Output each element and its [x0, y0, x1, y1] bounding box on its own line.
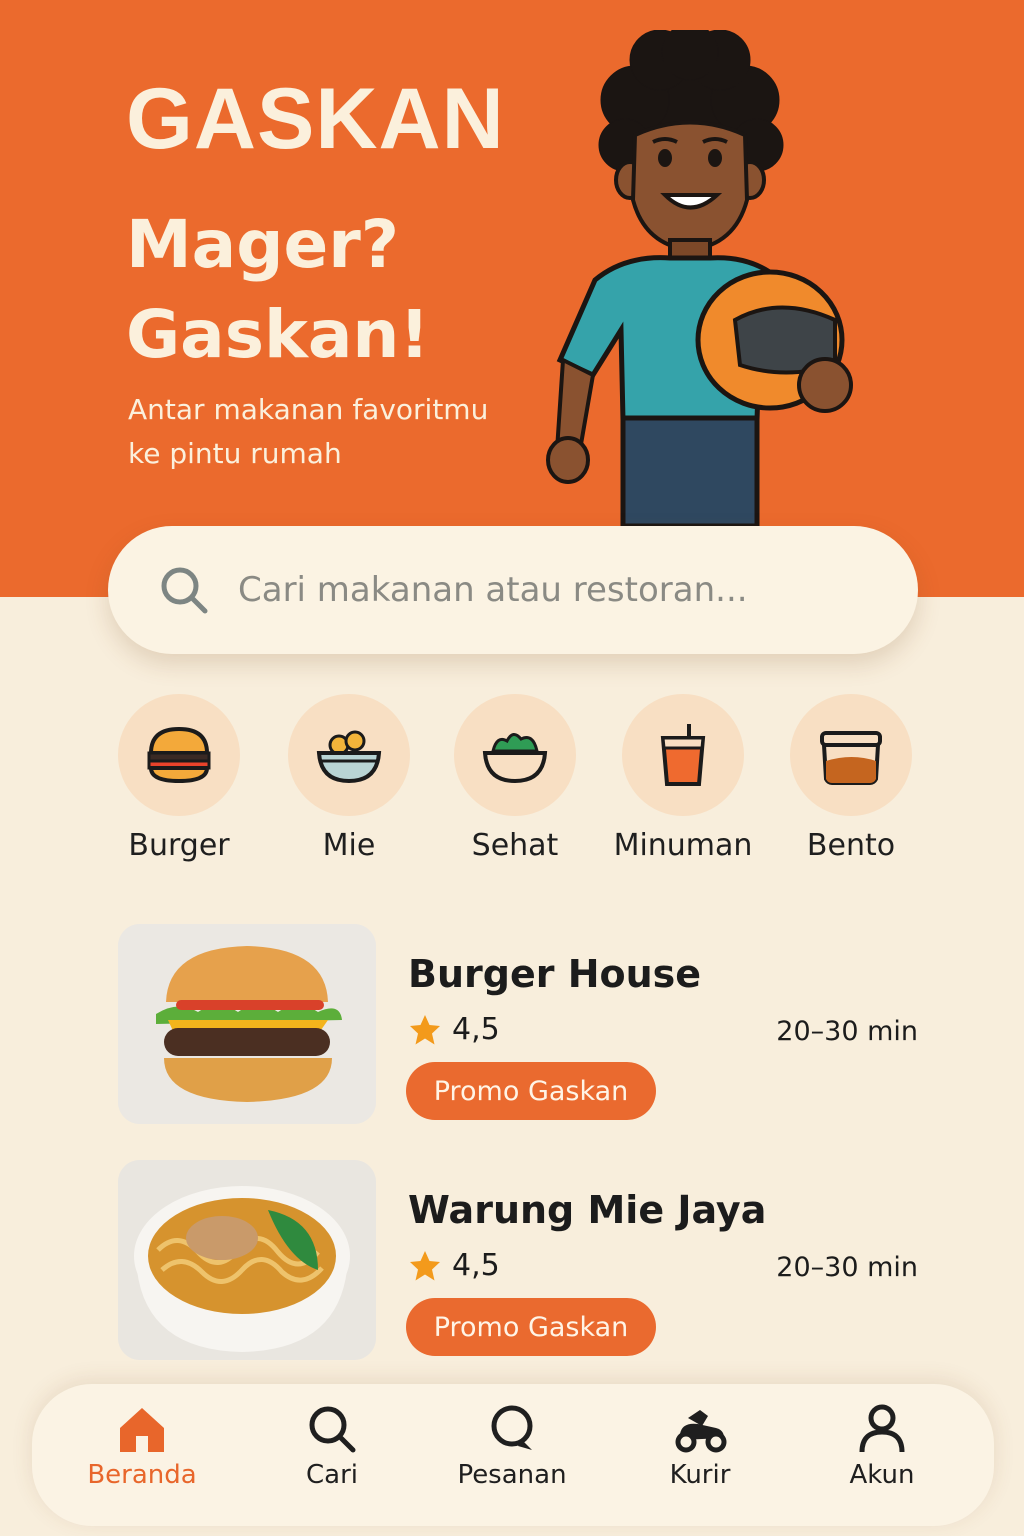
headline-line-1: Mager? [126, 206, 400, 283]
courier-illustration [546, 30, 853, 526]
category-row: Burger Mie Sehat Minuman Bento [94, 694, 944, 874]
rating-value: 4,5 [452, 1248, 500, 1283]
bottom-nav: Beranda Cari Pesanan Kurir Akun [32, 1384, 994, 1526]
nav-cari[interactable]: Cari [252, 1404, 412, 1490]
search-icon [309, 1406, 356, 1453]
hero-banner: GASKAN Mager? Gaskan! Antar makanan favo… [0, 0, 1024, 597]
hero-headline: Mager? Gaskan! [126, 200, 546, 380]
nav-label: Kurir [669, 1460, 731, 1490]
noodle-photo [118, 1160, 376, 1360]
user-icon [859, 1404, 905, 1453]
nav-label: Beranda [87, 1460, 197, 1490]
category-label: Bento [806, 828, 896, 863]
headline-line-2: Gaskan! [126, 296, 430, 373]
category-icon-wrap [118, 694, 240, 816]
noodle-bowl-icon [316, 730, 382, 784]
category-icon-wrap [622, 694, 744, 816]
category-label: Burger [128, 828, 230, 863]
nav-label: Cari [306, 1460, 358, 1490]
category-mie[interactable]: Mie [264, 694, 434, 863]
restaurant-rating: 4,5 [408, 1012, 500, 1047]
star-icon [410, 1014, 440, 1044]
brand-logo: GASKAN [126, 71, 505, 167]
promo-button[interactable]: Promo Gaskan [406, 1062, 656, 1120]
restaurant-rating: 4,5 [408, 1248, 500, 1283]
nav-akun[interactable]: Akun [802, 1404, 962, 1490]
restaurant-name: Burger House [408, 952, 702, 996]
nav-label: Pesanan [457, 1460, 567, 1490]
tagline-line-2: ke pintu rumah [128, 437, 342, 470]
hero-tagline: Antar makanan favoritmu ke pintu rumah [128, 388, 548, 476]
search-icon [161, 567, 208, 614]
category-sehat[interactable]: Sehat [430, 694, 600, 863]
category-label: Sehat [471, 828, 559, 863]
tagline-line-1: Antar makanan favoritmu [128, 393, 489, 426]
nav-beranda[interactable]: Beranda [62, 1404, 222, 1490]
rating-value: 4,5 [452, 1012, 500, 1047]
scooter-icon [675, 1410, 727, 1453]
category-icon-wrap [790, 694, 912, 816]
category-label: Minuman [613, 828, 753, 863]
orders-icon [491, 1405, 533, 1450]
delivery-time: 20–30 min [776, 1252, 918, 1283]
drink-icon [660, 724, 706, 786]
nav-kurir[interactable]: Kurir [620, 1404, 780, 1490]
delivery-time: 20–30 min [776, 1016, 918, 1047]
category-bento[interactable]: Bento [766, 694, 936, 863]
star-icon [410, 1250, 440, 1280]
category-label: Mie [322, 828, 376, 863]
burger-photo [118, 924, 376, 1124]
search-bar[interactable] [108, 526, 918, 654]
restaurant-card[interactable]: Warung Mie Jaya 4,5 20–30 min Promo Gask… [118, 1160, 918, 1360]
promo-button[interactable]: Promo Gaskan [406, 1298, 656, 1356]
category-icon-wrap [288, 694, 410, 816]
nav-pesanan[interactable]: Pesanan [432, 1404, 592, 1490]
nav-label: Akun [849, 1460, 915, 1490]
search-input[interactable] [238, 570, 838, 610]
bento-box-icon [820, 731, 882, 785]
category-minuman[interactable]: Minuman [598, 694, 768, 863]
category-icon-wrap [454, 694, 576, 816]
restaurant-name: Warung Mie Jaya [408, 1188, 767, 1232]
burger-icon [147, 726, 211, 784]
category-burger[interactable]: Burger [94, 694, 264, 863]
home-icon [120, 1408, 164, 1452]
salad-bowl-icon [482, 733, 548, 784]
restaurant-card[interactable]: Burger House 4,5 20–30 min Promo Gaskan [118, 924, 918, 1124]
